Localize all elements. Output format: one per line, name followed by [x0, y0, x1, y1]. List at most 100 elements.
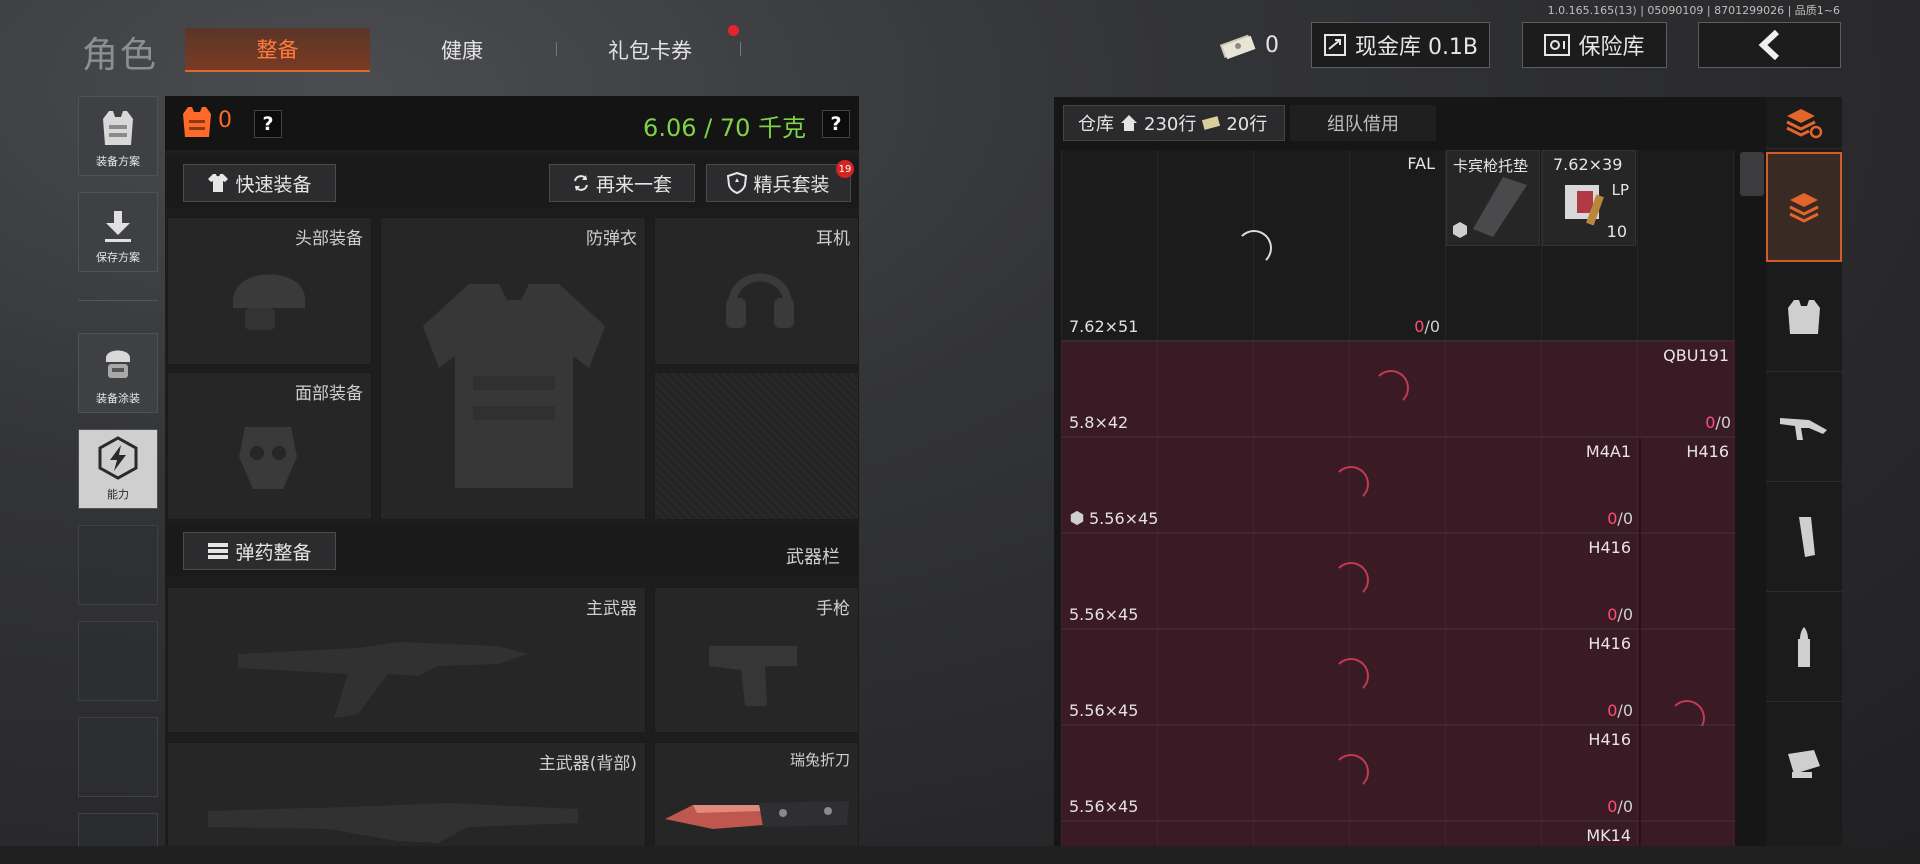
vest-icon — [103, 111, 133, 145]
lightning-hexagon-icon — [98, 436, 138, 480]
category-weapons[interactable] — [1766, 372, 1842, 482]
tab-divider — [740, 42, 741, 56]
cell-divider — [1639, 726, 1641, 822]
weapon-name: QBU191 — [1663, 346, 1729, 365]
safe-label: 保险库 — [1578, 35, 1645, 60]
storage-row[interactable]: FAL 7.62×51 0/0 卡宾枪托垫 7.62×39 LP 10 — [1061, 150, 1735, 342]
slot-label: 耳机 — [816, 229, 850, 249]
slot-melee[interactable]: 瑞兔折刀 — [654, 742, 859, 852]
ticket-icon — [1202, 116, 1221, 130]
knife-icon — [665, 801, 849, 829]
storage-row[interactable]: QBU191 5.8×42 0/0 — [1061, 342, 1735, 438]
ammo-count: 0/0 — [1607, 509, 1633, 528]
weapon-bar-label: 武器栏 — [786, 547, 840, 568]
item-name: 卡宾枪托垫 — [1453, 157, 1529, 175]
rifle-icon — [208, 803, 578, 843]
slot-face[interactable]: 面部装备 — [167, 372, 372, 520]
category-attachments[interactable] — [1766, 702, 1842, 824]
caliber-label: 7.62×51 — [1069, 317, 1139, 336]
slot-pistol[interactable]: 手枪 — [654, 587, 859, 733]
money-display[interactable]: 0 — [1208, 22, 1288, 68]
ammo-count: 0/0 — [1607, 797, 1633, 816]
pistol-icon — [709, 646, 797, 706]
money-amount: 0 — [1265, 32, 1279, 58]
slot-headset[interactable]: 耳机 — [654, 217, 859, 365]
help-button[interactable]: ? — [822, 110, 850, 138]
ammo-count: 0/0 — [1607, 701, 1633, 720]
storage-row[interactable]: H416 5.56×45 0/0 — [1061, 534, 1735, 630]
game-screen: 1.0.165.165(13) | 05090109 | 8701299026 … — [0, 0, 1920, 864]
storage-tab[interactable]: 仓库 230行 20行 — [1063, 105, 1285, 141]
sidebar-empty-slot[interactable] — [78, 621, 158, 701]
team-borrow-tab[interactable]: 组队借用 — [1290, 105, 1436, 141]
item-name: 7.62×39 — [1553, 155, 1623, 174]
item-carbine-pad[interactable]: 卡宾枪托垫 — [1446, 150, 1540, 246]
tab-gift[interactable]: 礼包卡券 — [575, 28, 725, 72]
sidebar-equip-plan[interactable]: 装备方案 — [78, 96, 158, 176]
slot-vest[interactable]: 防弹衣 — [380, 217, 646, 520]
weapon-name: MK14 — [1586, 826, 1631, 845]
sidebar-empty-slot[interactable] — [78, 717, 158, 797]
rifle-icon — [238, 642, 528, 718]
slot-label: 主武器 — [586, 599, 637, 619]
sort-button[interactable] — [1766, 97, 1842, 149]
help-button[interactable]: ? — [254, 110, 282, 138]
again-button[interactable]: 再来一套 — [549, 164, 695, 202]
category-armor[interactable] — [1766, 262, 1842, 372]
back-button[interactable] — [1698, 22, 1841, 68]
chevron-left-icon — [1758, 30, 1779, 60]
home-icon — [1121, 115, 1137, 131]
caliber-label: 5.8×42 — [1069, 413, 1129, 432]
tab-health[interactable]: 健康 — [392, 28, 532, 72]
slot-label: 防弹衣 — [586, 229, 637, 249]
slot-primary-weapon[interactable]: 主武器 — [167, 587, 646, 733]
weapon-name: H416 — [1588, 634, 1631, 653]
storage-scrollbar[interactable] — [1740, 152, 1764, 196]
storage-row[interactable]: H416 5.56×45 0/0 — [1061, 726, 1735, 822]
slot-locked — [654, 372, 859, 520]
ammo-icon — [208, 543, 229, 559]
package-icon — [1070, 510, 1084, 526]
ammo-equip-button[interactable]: 弹药整备 — [183, 532, 336, 570]
helmet-icon — [233, 274, 305, 330]
weapon-name: M4A1 — [1585, 442, 1631, 461]
cash-vault-button[interactable]: 现金库 0.1B — [1311, 22, 1490, 68]
category-ammo[interactable] — [1766, 592, 1842, 702]
category-magazines[interactable] — [1766, 482, 1842, 592]
rifle-icon — [1780, 417, 1827, 440]
slot-label: 瑞兔折刀 — [789, 751, 850, 769]
item-ammo-box[interactable]: 7.62×39 LP 10 — [1542, 150, 1636, 246]
storage-tab-label: 仓库 — [1078, 114, 1114, 135]
slot-head[interactable]: 头部装备 — [167, 217, 372, 365]
cash-vault-label: 现金库 0.1B — [1354, 35, 1479, 60]
storage-row[interactable]: H416 5.56×45 0/0 — [1061, 630, 1735, 736]
slot-primary-weapon-back[interactable]: 主武器(背部) — [167, 742, 646, 852]
quick-equip-button[interactable]: 快速装备 — [183, 164, 336, 202]
sidebar-save-plan[interactable]: 保存方案 — [78, 192, 158, 272]
caliber-label: 5.56×45 — [1069, 605, 1139, 624]
tab-divider — [556, 42, 557, 56]
cell-divider — [1639, 534, 1641, 630]
elite-kit-label: 精兵套装 — [753, 173, 830, 196]
weapon-name: H416 — [1686, 442, 1729, 461]
elite-kit-button[interactable]: 精兵套装 — [706, 164, 851, 202]
quick-equip-label: 快速装备 — [235, 173, 312, 196]
safe-button[interactable]: 保险库 — [1522, 22, 1667, 68]
sidebar-ability[interactable]: 能力 — [78, 429, 158, 509]
vest-icon — [1788, 299, 1820, 334]
tab-gear[interactable]: 整备 — [185, 28, 370, 72]
cell-divider — [1639, 438, 1641, 534]
team-borrow-label: 组队借用 — [1327, 114, 1399, 135]
body-armor-icon — [423, 284, 605, 488]
storage-rows: 230行 — [1144, 114, 1197, 135]
slot-label: 面部装备 — [295, 384, 363, 404]
category-all[interactable] — [1766, 152, 1842, 262]
sidebar-label: 保存方案 — [96, 251, 140, 264]
weapon-name: H416 — [1588, 730, 1631, 749]
helmet-mask-icon — [106, 350, 130, 378]
sidebar-empty-slot[interactable] — [78, 525, 158, 605]
sidebar-equip-paint[interactable]: 装备涂装 — [78, 333, 158, 413]
loading-spinner — [1333, 466, 1369, 502]
scope-icon — [1788, 750, 1820, 778]
storage-row[interactable]: M4A1 H416 5.56×45 0/0 — [1061, 438, 1735, 534]
